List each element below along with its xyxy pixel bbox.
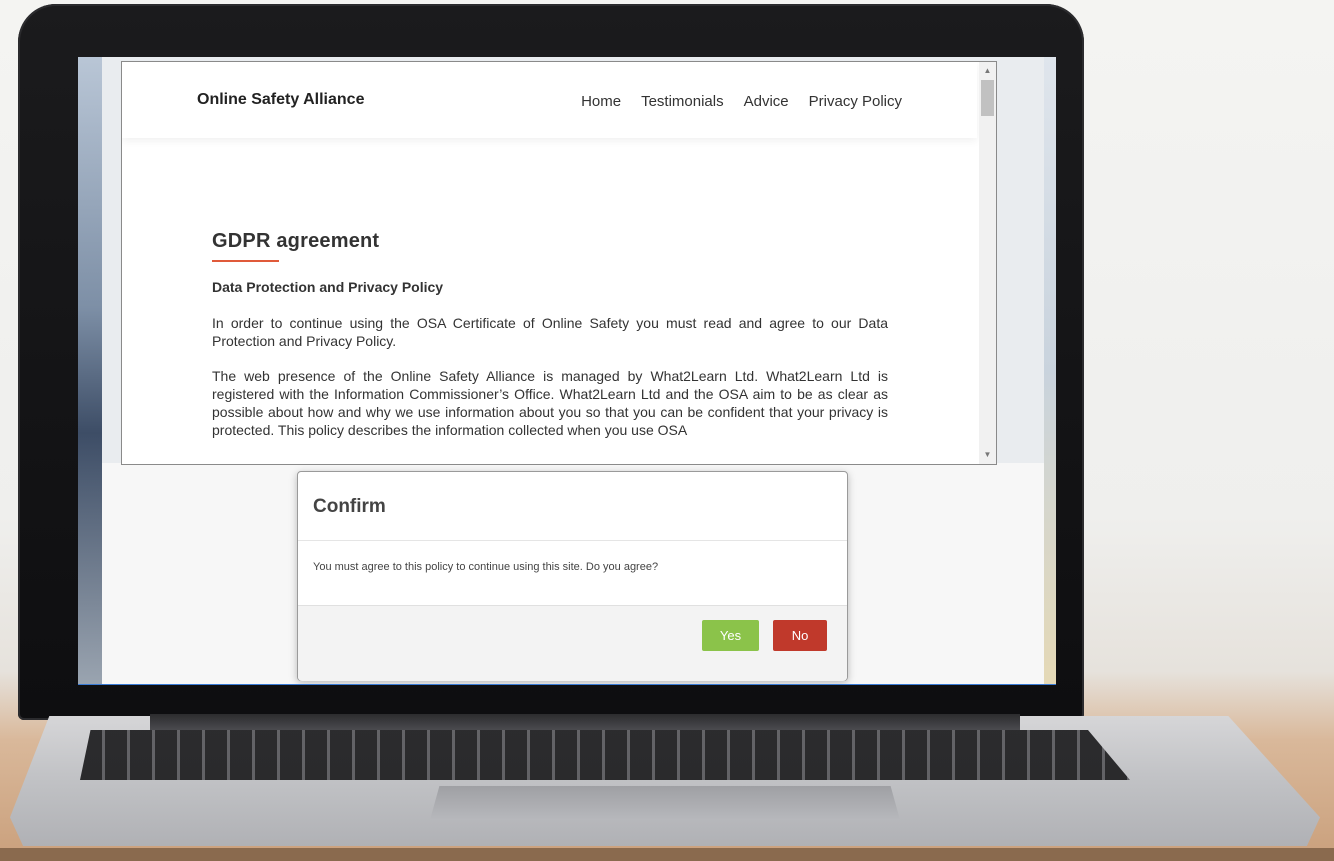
dialog-footer: Yes No [298, 605, 847, 681]
table-surface [0, 848, 1334, 861]
frame-scrollbar[interactable]: ▲ ▼ [979, 62, 996, 464]
page-title: GDPR agreement [212, 230, 380, 252]
background-page-left [78, 57, 102, 684]
laptop-base [0, 708, 1334, 861]
laptop-hinge [150, 714, 1020, 730]
confirm-dialog: Confirm You must agree to this policy to… [297, 471, 848, 681]
scrollbar-thumb[interactable] [981, 80, 994, 116]
background-page-right [1044, 57, 1056, 684]
site-header: Online Safety Alliance Home Testimonials… [122, 62, 977, 138]
policy-paragraph: The web presence of the Online Safety Al… [212, 368, 888, 438]
triangle-down-icon[interactable]: ▼ [979, 448, 996, 462]
main-nav: Home Testimonials Advice Privacy Policy [581, 93, 902, 110]
site-brand[interactable]: Online Safety Alliance [197, 91, 364, 109]
laptop-lid: Online Safety Alliance Home Testimonials… [18, 4, 1084, 720]
dialog-divider [298, 540, 847, 541]
nav-home[interactable]: Home [581, 93, 621, 110]
policy-frame[interactable]: Online Safety Alliance Home Testimonials… [121, 61, 997, 465]
nav-testimonials[interactable]: Testimonials [641, 93, 724, 110]
trackpad [430, 786, 900, 820]
no-button[interactable]: No [773, 620, 827, 651]
dialog-title: Confirm [313, 496, 386, 517]
policy-subheading: Data Protection and Privacy Policy [212, 279, 444, 295]
laptop-screen: Online Safety Alliance Home Testimonials… [78, 57, 1056, 685]
policy-content: GDPR agreement Data Protection and Priva… [212, 230, 888, 439]
keyboard [80, 730, 1130, 780]
policy-paragraph: In order to continue using the OSA Certi… [212, 315, 888, 349]
triangle-up-icon[interactable]: ▲ [979, 64, 996, 78]
nav-advice[interactable]: Advice [744, 93, 789, 110]
nav-privacy-policy[interactable]: Privacy Policy [809, 93, 902, 110]
yes-button[interactable]: Yes [702, 620, 759, 651]
title-underline [212, 260, 279, 262]
dialog-message: You must agree to this policy to continu… [313, 561, 659, 573]
